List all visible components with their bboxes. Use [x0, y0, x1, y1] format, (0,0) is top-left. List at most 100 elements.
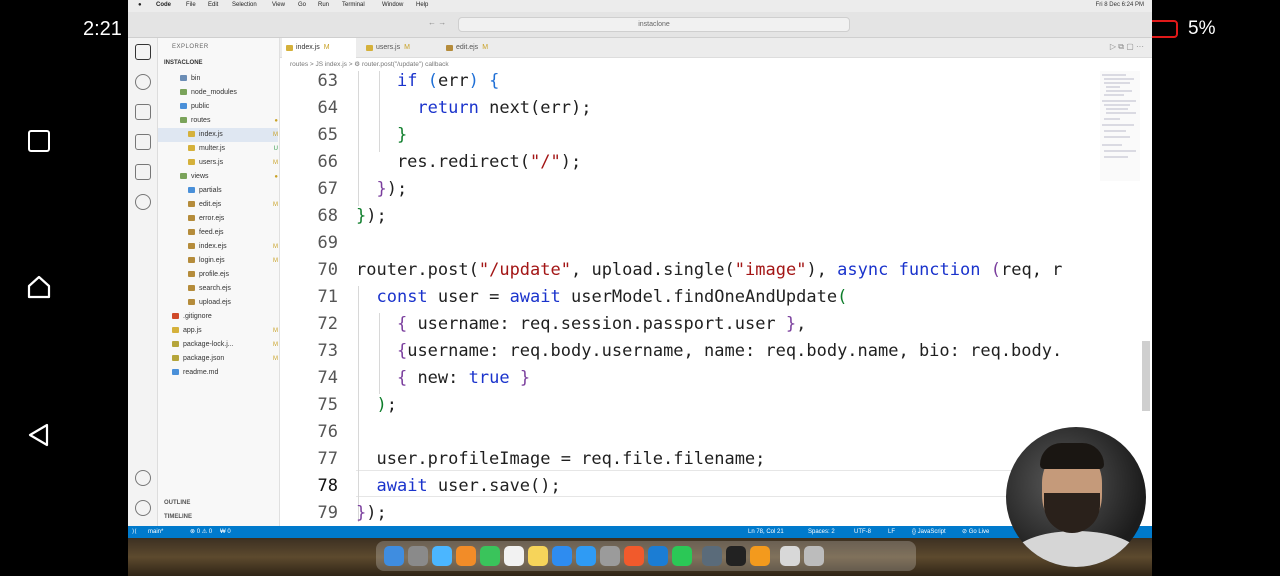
- file-tree-label: index.ejs: [199, 243, 227, 250]
- file-tree-item[interactable]: search.ejs: [158, 282, 278, 296]
- line-number: 67: [317, 179, 338, 199]
- file-tree-item[interactable]: upload.ejs: [158, 296, 278, 310]
- file-tree-item[interactable]: routes ●: [158, 114, 278, 128]
- launchpad-icon[interactable]: [408, 546, 428, 566]
- git-status-badge: M: [273, 244, 278, 250]
- apple-icon[interactable]: ●: [138, 2, 142, 8]
- file-tree-item[interactable]: public: [158, 100, 278, 114]
- history-nav-arrows[interactable]: ← →: [428, 18, 446, 27]
- app-store-icon[interactable]: [576, 546, 596, 566]
- file-tree-item[interactable]: package-lock.j... M: [158, 338, 278, 352]
- code-line-78: await user.save();: [376, 476, 561, 496]
- activity-bar: [128, 38, 158, 526]
- vscode-icon[interactable]: [648, 546, 668, 566]
- file-type-icon: [172, 355, 179, 362]
- home-button[interactable]: [26, 274, 52, 300]
- system-settings-icon[interactable]: [600, 546, 620, 566]
- timeline-section[interactable]: TIMELINE: [164, 514, 192, 520]
- file-tree-item[interactable]: views ●: [158, 170, 278, 184]
- finder-icon[interactable]: [384, 546, 404, 566]
- file-tree-item[interactable]: error.ejs: [158, 212, 278, 226]
- file-tree-item[interactable]: index.js M: [158, 128, 278, 142]
- minimap[interactable]: [1100, 71, 1140, 181]
- remote-indicator[interactable]: ⟩⟨: [132, 526, 137, 538]
- ports-count[interactable]: ₩ 0: [220, 526, 231, 538]
- line-number: 64: [317, 98, 338, 118]
- menu-file[interactable]: File: [186, 2, 196, 8]
- menu-view[interactable]: View: [272, 2, 285, 8]
- tab-users-js[interactable]: users.js M: [362, 38, 436, 58]
- extensions-icon[interactable]: [135, 164, 151, 180]
- account-icon[interactable]: [135, 470, 151, 486]
- preview-icon[interactable]: [780, 546, 800, 566]
- code-line-77: user.profileImage = req.file.filename;: [356, 449, 766, 469]
- command-center-search[interactable]: instaclone: [458, 17, 850, 32]
- file-tree-item[interactable]: node_modules: [158, 86, 278, 100]
- menu-terminal[interactable]: Terminal: [342, 2, 365, 8]
- file-tree-item[interactable]: profile.ejs: [158, 268, 278, 282]
- presenter-hair: [1040, 443, 1104, 469]
- source-control-icon[interactable]: [135, 104, 151, 120]
- file-tree-label: partials: [199, 187, 222, 194]
- file-tree-item[interactable]: feed.ejs: [158, 226, 278, 240]
- back-button[interactable]: [26, 422, 52, 448]
- calendar-icon[interactable]: [504, 546, 524, 566]
- language-mode[interactable]: {} JavaScript: [912, 526, 946, 538]
- menu-go[interactable]: Go: [298, 2, 306, 8]
- screen-recorder-icon[interactable]: [702, 546, 722, 566]
- run-debug-icon[interactable]: [135, 134, 151, 150]
- js-file-icon: [366, 45, 373, 51]
- trash-icon[interactable]: [804, 546, 824, 566]
- recent-apps-button[interactable]: [28, 130, 50, 152]
- cursor-position[interactable]: Ln 78, Col 21: [748, 526, 784, 538]
- outline-section[interactable]: OUTLINE: [164, 500, 190, 506]
- terminal-icon[interactable]: [726, 546, 746, 566]
- file-tree-item[interactable]: bin: [158, 72, 278, 86]
- search-icon[interactable]: [135, 74, 151, 90]
- file-type-icon: [188, 285, 195, 292]
- file-tree-item[interactable]: index.ejs M: [158, 240, 278, 254]
- file-tree-item[interactable]: readme.md: [158, 366, 278, 380]
- maps-icon[interactable]: [432, 546, 452, 566]
- encoding[interactable]: UTF-8: [854, 526, 871, 538]
- settings-gear-icon[interactable]: [135, 500, 151, 516]
- file-tree-label: package-lock.j...: [183, 341, 234, 348]
- menu-help[interactable]: Help: [416, 2, 428, 8]
- file-tree-item[interactable]: .gitignore: [158, 310, 278, 324]
- file-type-icon: [180, 117, 187, 124]
- line-endings[interactable]: LF: [888, 526, 895, 538]
- indentation[interactable]: Spaces: 2: [808, 526, 835, 538]
- file-tree-item[interactable]: partials: [158, 184, 278, 198]
- project-folder[interactable]: INSTACLONE: [164, 60, 203, 66]
- menu-window[interactable]: Window: [382, 2, 403, 8]
- photos-icon[interactable]: [456, 546, 476, 566]
- menu-selection[interactable]: Selection: [232, 2, 257, 8]
- menu-edit[interactable]: Edit: [208, 2, 218, 8]
- explorer-icon[interactable]: [135, 44, 151, 60]
- code-line-68: });: [356, 206, 387, 226]
- tab-edit-ejs[interactable]: edit.ejs M: [442, 38, 516, 58]
- editor-actions[interactable]: ▷ ⧉ ▢ ···: [1110, 42, 1144, 52]
- file-tree-item[interactable]: multer.js U: [158, 142, 278, 156]
- menu-code[interactable]: Code: [156, 2, 171, 8]
- file-tree-item[interactable]: users.js M: [158, 156, 278, 170]
- go-live-button[interactable]: ⊘ Go Live: [962, 526, 989, 538]
- brave-browser-icon[interactable]: [624, 546, 644, 566]
- file-tree-item[interactable]: package.json M: [158, 352, 278, 366]
- menu-run[interactable]: Run: [318, 2, 329, 8]
- problems-count[interactable]: ⊗ 0 ⚠ 0: [190, 526, 212, 538]
- notes-icon[interactable]: [528, 546, 548, 566]
- file-tree-item[interactable]: edit.ejs M: [158, 198, 278, 212]
- editor-scrollbar[interactable]: [1142, 341, 1150, 411]
- breadcrumb[interactable]: routes > JS index.js > ⚙ router.post("/u…: [280, 58, 1152, 71]
- whatsapp-icon[interactable]: [672, 546, 692, 566]
- facetime-icon[interactable]: [480, 546, 500, 566]
- keynote-icon[interactable]: [552, 546, 572, 566]
- file-tree-item[interactable]: login.ejs M: [158, 254, 278, 268]
- remote-icon[interactable]: [135, 194, 151, 210]
- tab-index-js[interactable]: index.js M: [282, 38, 356, 58]
- vscode-status-bar: ⟩⟨ main* ⊗ 0 ⚠ 0 ₩ 0 Ln 78, Col 21 Space…: [128, 526, 1152, 538]
- file-tree-item[interactable]: app.js M: [158, 324, 278, 338]
- git-branch[interactable]: main*: [148, 526, 163, 538]
- vlc-icon[interactable]: [750, 546, 770, 566]
